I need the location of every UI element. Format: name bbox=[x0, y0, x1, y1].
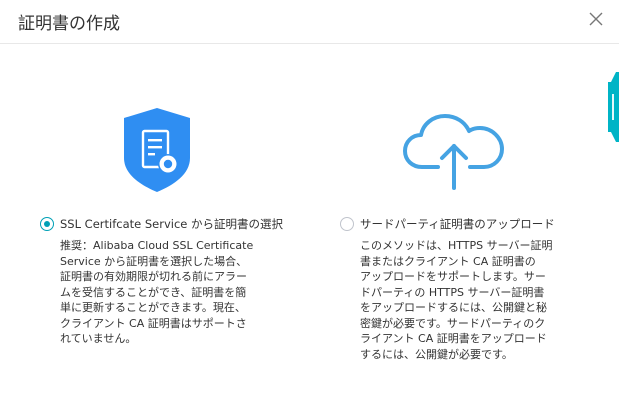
description-line: をアップロードするには、公開鍵と秘 bbox=[360, 301, 547, 314]
upload-option-label[interactable]: サードパーティ証明書のアップロード bbox=[360, 216, 555, 232]
certificate-shield-icon bbox=[124, 108, 190, 192]
radio-ssl-selected[interactable] bbox=[40, 217, 54, 231]
ssl-option-label[interactable]: SSL Certifcate Service から証明書の選択 bbox=[60, 216, 283, 232]
upload-option-description: このメソッドは、HTTPS サーバー証明 書またはクライアント CA 証明書の … bbox=[360, 238, 574, 362]
description-line: アップロードをサポートします。サー bbox=[360, 270, 546, 283]
side-panel-tab[interactable] bbox=[606, 72, 619, 142]
upload-option-radio-row[interactable]: サードパーティ証明書のアップロード bbox=[340, 214, 555, 234]
radio-upload[interactable] bbox=[340, 217, 354, 231]
dialog-header: 証明書の作成 bbox=[0, 0, 619, 44]
description-line: 単に更新することができます。現在、 bbox=[60, 301, 246, 314]
description-line: ムを受信することができ、証明書を簡 bbox=[60, 285, 247, 299]
ssl-option-radio-row[interactable]: SSL Certifcate Service から証明書の選択 bbox=[40, 214, 283, 234]
description-line: ドパーティの HTTPS サーバー証明書 bbox=[360, 285, 545, 299]
dialog-title: 証明書の作成 bbox=[18, 14, 120, 34]
description-line: ライアント CA 証明書をアップロード bbox=[360, 332, 547, 345]
description-line: 推奨：Alibaba Cloud SSL Certificate bbox=[60, 239, 254, 252]
description-line: 書またはクライアント CA 証明書の bbox=[360, 254, 536, 268]
description-line: 証明書の有効期限が切れる前にアラー bbox=[60, 270, 247, 283]
cloud-upload-icon bbox=[402, 112, 506, 192]
close-icon[interactable] bbox=[586, 9, 606, 29]
description-line: クライアント CA 証明書はサポートさ bbox=[60, 316, 247, 330]
description-line: Service から証明書を選択した場合、 bbox=[60, 254, 248, 268]
description-line: するには、公開鍵が必要です。 bbox=[360, 347, 513, 361]
description-line: 密鍵が必要です。サードパーティのク bbox=[360, 316, 546, 330]
ssl-option-description: 推奨：Alibaba Cloud SSL Certificate Service… bbox=[60, 238, 268, 347]
description-line: れていません。 bbox=[60, 332, 137, 345]
description-line: このメソッドは、HTTPS サーバー証明 bbox=[360, 239, 553, 252]
